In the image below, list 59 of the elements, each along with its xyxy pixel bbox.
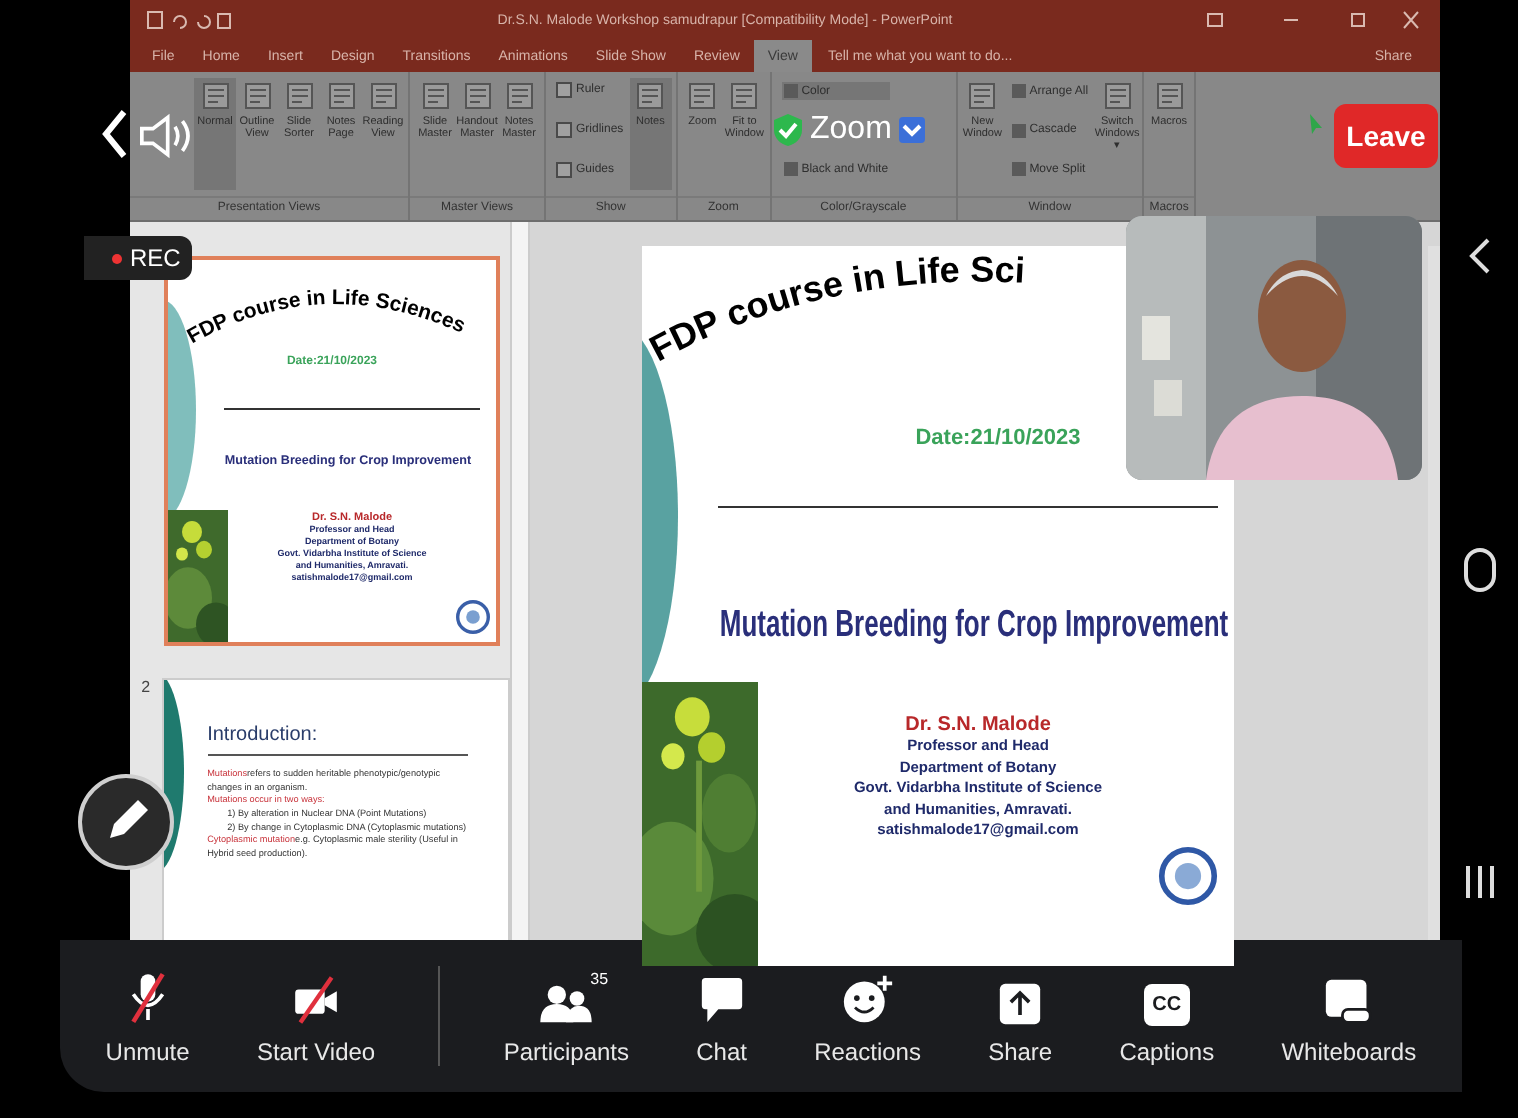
home-icon[interactable] xyxy=(1463,548,1495,592)
slide-number: 2 xyxy=(139,678,153,696)
toolbar-button[interactable]: Chat xyxy=(692,958,751,1074)
window-controls-icon[interactable] xyxy=(1204,10,1424,30)
page-icon xyxy=(243,82,271,110)
scrollbar[interactable] xyxy=(1428,246,1440,940)
participant-count: 35 xyxy=(590,970,609,988)
people-icon xyxy=(538,982,595,1026)
annotate-button[interactable] xyxy=(76,772,176,872)
share-menu-button[interactable]: Zoom xyxy=(772,112,926,148)
slide-heading: Mutation Breeding for Crop Improvement xyxy=(719,601,1229,645)
page-icon xyxy=(1155,82,1184,110)
back-icon[interactable] xyxy=(1467,236,1491,276)
author-name: Dr. S.N. Malode xyxy=(905,714,1051,736)
recording-label: REC xyxy=(130,244,181,272)
slide-thumbnail[interactable] xyxy=(161,678,510,940)
page-icon xyxy=(201,82,229,110)
slide-title: FDP course in Life Sci xyxy=(643,250,1026,369)
window-icon xyxy=(783,162,798,176)
leave-button[interactable]: Leave xyxy=(1334,104,1438,168)
toolbar-button[interactable]: Start Video xyxy=(252,958,380,1074)
page-icon xyxy=(463,82,491,110)
scrollbar[interactable] xyxy=(510,222,530,940)
recording-dot xyxy=(112,253,122,263)
emblem-icon xyxy=(456,600,490,634)
slide-heading: Introduction: xyxy=(207,724,318,746)
page-icon xyxy=(421,82,449,110)
page-icon xyxy=(688,82,717,110)
toolbar-button[interactable]: Whiteboards xyxy=(1277,958,1421,1074)
slide-date: Date:21/10/2023 xyxy=(915,426,1081,450)
page-icon xyxy=(730,82,759,110)
page-icon xyxy=(327,82,355,110)
chat-icon xyxy=(699,974,744,1026)
window-icon xyxy=(1011,84,1026,98)
page-icon xyxy=(285,82,313,110)
shield-icon xyxy=(772,112,804,148)
toolbar-button[interactable]: Reactions xyxy=(810,958,925,1074)
toolbar-button[interactable]: Share xyxy=(984,958,1057,1074)
whiteboard-icon xyxy=(1324,978,1373,1026)
page-icon xyxy=(968,82,997,110)
toolbar-button[interactable]: 35 Participants xyxy=(499,958,634,1074)
caret-icon xyxy=(897,116,926,144)
window-icon xyxy=(783,84,798,98)
page-icon xyxy=(636,82,665,110)
captions-icon: CC xyxy=(1144,984,1190,1026)
toolbar-button[interactable]: Unmute xyxy=(101,958,194,1074)
smiley-icon xyxy=(841,974,894,1026)
cursor-icon xyxy=(1308,112,1324,136)
page-icon xyxy=(1103,82,1132,110)
toolbar-button[interactable]: CC Captions xyxy=(1115,958,1219,1074)
video-camera-icon xyxy=(290,974,343,1026)
page-icon xyxy=(369,82,397,110)
page-icon xyxy=(505,82,533,110)
upload-icon xyxy=(998,982,1043,1026)
window-icon xyxy=(1011,162,1026,176)
recent-apps-icon[interactable] xyxy=(1463,864,1495,900)
window-icon xyxy=(1011,123,1026,137)
emblem-icon xyxy=(1158,846,1218,906)
microphone-icon xyxy=(125,970,170,1026)
